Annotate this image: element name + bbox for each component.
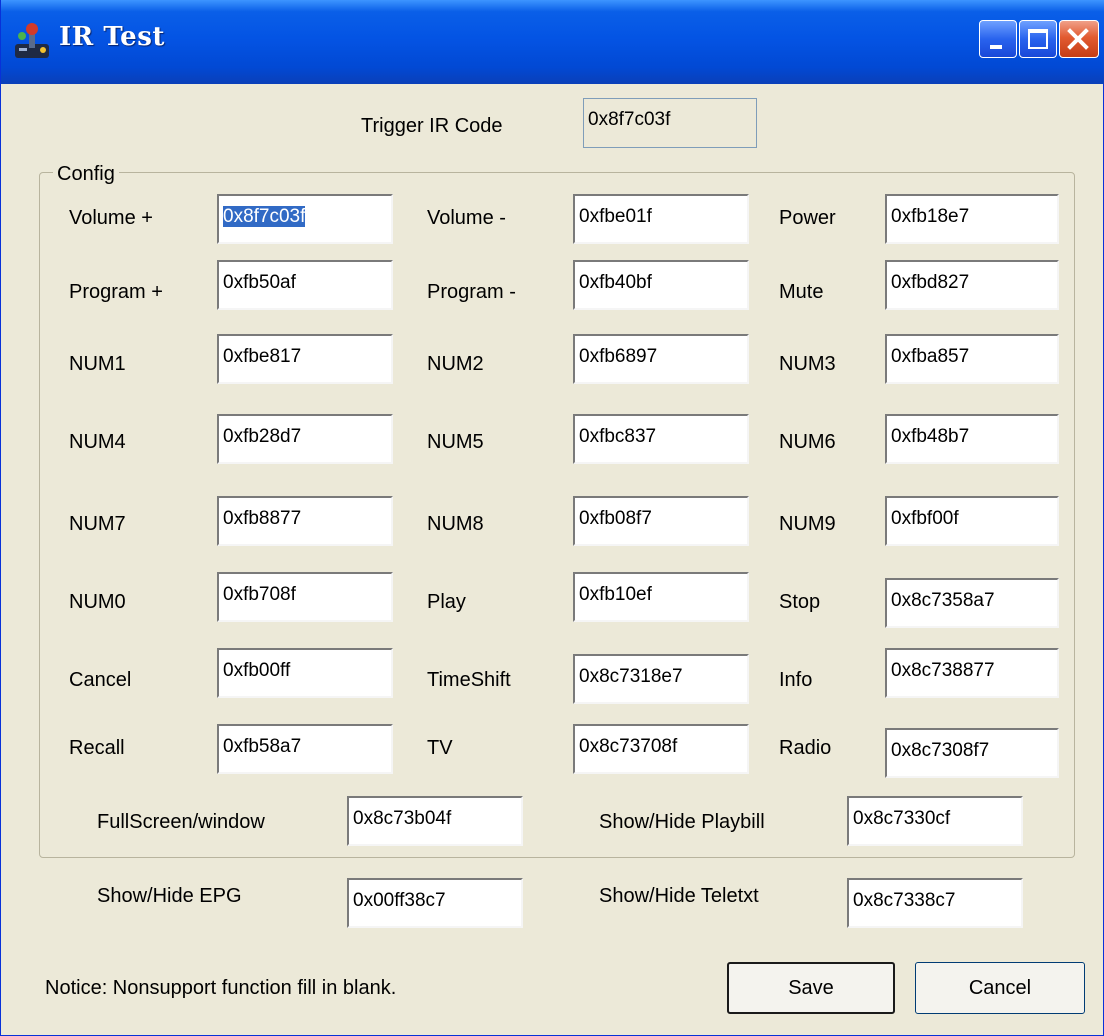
cancel-key-label: Cancel xyxy=(69,669,132,691)
radio-label: Radio xyxy=(779,737,832,759)
volume-plus-value: 0x8f7c03f xyxy=(223,206,306,227)
num9-field[interactable]: 0xfbf00f xyxy=(885,496,1059,546)
volume-minus-field[interactable]: 0xfbe01f xyxy=(573,194,749,244)
config-group-legend: Config xyxy=(53,162,119,186)
show-hide-playbill-label: Show/Hide Playbill xyxy=(599,811,765,833)
cancel-key-field[interactable]: 0xfb00ff xyxy=(217,648,393,698)
mute-label: Mute xyxy=(779,281,824,303)
show-hide-epg-field[interactable]: 0x00ff38c7 xyxy=(347,878,523,928)
program-plus-label: Program + xyxy=(69,281,163,303)
save-button[interactable]: Save xyxy=(727,962,895,1014)
info-label: Info xyxy=(779,669,813,691)
tv-label: TV xyxy=(427,737,453,759)
mute-field[interactable]: 0xfbd827 xyxy=(885,260,1059,310)
num2-field[interactable]: 0xfb6897 xyxy=(573,334,749,384)
timeshift-label: TimeShift xyxy=(427,669,511,691)
program-plus-field[interactable]: 0xfb50af xyxy=(217,260,393,310)
num4-field[interactable]: 0xfb28d7 xyxy=(217,414,393,464)
notice-text: Notice: Nonsupport function fill in blan… xyxy=(45,977,397,999)
trigger-ir-code-field[interactable]: 0x8f7c03f xyxy=(583,98,757,148)
power-label: Power xyxy=(779,207,836,229)
ir-test-window: IR Test Trigger IR Code 0x8f7c03f Config… xyxy=(0,0,1104,1036)
num4-label: NUM4 xyxy=(69,431,126,453)
num0-label: NUM0 xyxy=(69,591,126,613)
radio-field[interactable]: 0x8c7308f7 xyxy=(885,728,1059,778)
maximize-button[interactable] xyxy=(1019,20,1057,58)
num8-field[interactable]: 0xfb08f7 xyxy=(573,496,749,546)
joystick-icon xyxy=(15,23,49,58)
volume-minus-label: Volume - xyxy=(427,207,506,229)
num3-field[interactable]: 0xfba857 xyxy=(885,334,1059,384)
show-hide-epg-label: Show/Hide EPG xyxy=(97,885,242,907)
program-minus-field[interactable]: 0xfb40bf xyxy=(573,260,749,310)
window-title: IR Test xyxy=(59,22,165,52)
num0-field[interactable]: 0xfb708f xyxy=(217,572,393,622)
maximize-icon xyxy=(1028,29,1048,49)
cancel-button[interactable]: Cancel xyxy=(915,962,1085,1014)
program-minus-label: Program - xyxy=(427,281,516,303)
num1-field[interactable]: 0xfbe817 xyxy=(217,334,393,384)
minimize-button[interactable] xyxy=(979,20,1017,58)
stop-field[interactable]: 0x8c7358a7 xyxy=(885,578,1059,628)
show-hide-teletext-label: Show/Hide Teletxt xyxy=(599,885,759,907)
num9-label: NUM9 xyxy=(779,513,836,535)
info-field[interactable]: 0x8c738877 xyxy=(885,648,1059,698)
volume-plus-field[interactable]: 0x8f7c03f xyxy=(217,194,393,244)
volume-plus-label: Volume + xyxy=(69,207,153,229)
num6-field[interactable]: 0xfb48b7 xyxy=(885,414,1059,464)
num1-label: NUM1 xyxy=(69,353,126,375)
num5-field[interactable]: 0xfbc837 xyxy=(573,414,749,464)
num6-label: NUM6 xyxy=(779,431,836,453)
show-hide-teletext-field[interactable]: 0x8c7338c7 xyxy=(847,878,1023,928)
play-label: Play xyxy=(427,591,466,613)
power-field[interactable]: 0xfb18e7 xyxy=(885,194,1059,244)
trigger-ir-code-label: Trigger IR Code xyxy=(361,115,503,137)
close-button[interactable] xyxy=(1059,20,1099,58)
show-hide-playbill-field[interactable]: 0x8c7330cf xyxy=(847,796,1023,846)
recall-label: Recall xyxy=(69,737,125,759)
title-bar[interactable]: IR Test xyxy=(1,0,1104,84)
num7-field[interactable]: 0xfb8877 xyxy=(217,496,393,546)
recall-field[interactable]: 0xfb58a7 xyxy=(217,724,393,774)
minimize-icon xyxy=(990,45,1002,49)
num3-label: NUM3 xyxy=(779,353,836,375)
fullscreen-window-label: FullScreen/window xyxy=(97,811,265,833)
num2-label: NUM2 xyxy=(427,353,484,375)
stop-label: Stop xyxy=(779,591,821,613)
timeshift-field[interactable]: 0x8c7318e7 xyxy=(573,654,749,704)
tv-field[interactable]: 0x8c73708f xyxy=(573,724,749,774)
close-icon xyxy=(1067,28,1089,50)
play-field[interactable]: 0xfb10ef xyxy=(573,572,749,622)
num8-label: NUM8 xyxy=(427,513,484,535)
num7-label: NUM7 xyxy=(69,513,126,535)
num5-label: NUM5 xyxy=(427,431,484,453)
fullscreen-window-field[interactable]: 0x8c73b04f xyxy=(347,796,523,846)
